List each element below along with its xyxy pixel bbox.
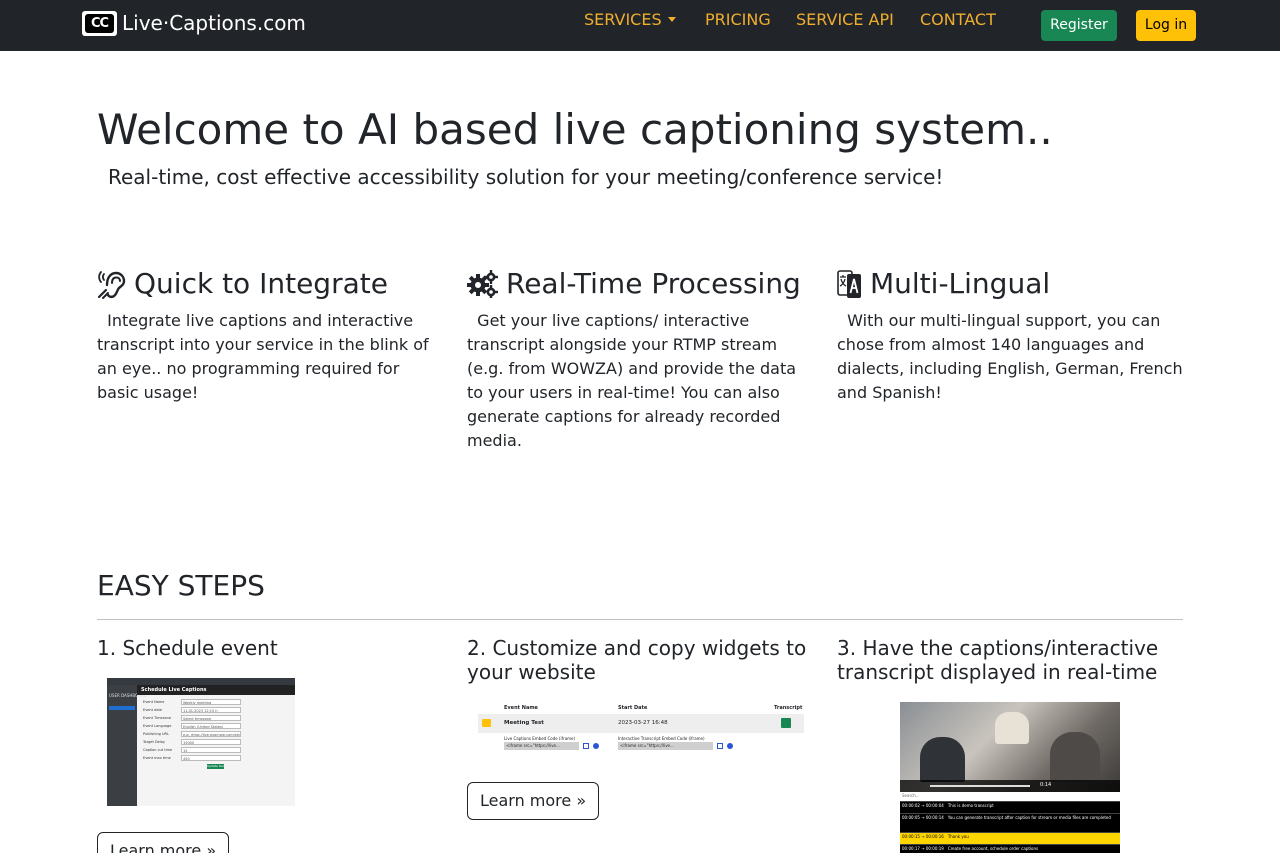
feature-text: With our multi-lingual support, you can … bbox=[837, 311, 1183, 402]
feature-title: Quick to Integrate bbox=[134, 267, 388, 300]
nav-services-label: SERVICES bbox=[584, 10, 662, 29]
widgets-screenshot: Event Name Start Date Transcript Meeting… bbox=[478, 703, 804, 753]
form-row: Event Timezone Select timezone bbox=[143, 714, 293, 722]
closed-captions-icon: CC bbox=[82, 11, 117, 36]
learn-more-schedule-button[interactable]: Learn more » bbox=[97, 832, 230, 853]
nav-pricing-link[interactable]: PRICING bbox=[705, 10, 771, 30]
translate-icon bbox=[837, 269, 861, 298]
gears-icon bbox=[467, 270, 498, 298]
hero-title: Welcome to AI based live captioning syst… bbox=[97, 105, 1053, 154]
feature-text: Integrate live captions and interactive … bbox=[97, 311, 429, 402]
step-customize-widgets: 2. Customize and copy widgets to your we… bbox=[467, 636, 813, 684]
step-title: 3. Have the captions/interactive transcr… bbox=[837, 636, 1159, 684]
section-divider bbox=[97, 619, 1183, 620]
form-row: Caption cut time 15 bbox=[143, 746, 293, 754]
feature-title: Multi-Lingual bbox=[870, 267, 1051, 300]
brand-name: Live·Captions.com bbox=[122, 11, 306, 35]
caret-down-icon bbox=[667, 17, 676, 22]
transcript-line[interactable]: 00:00:02 → 00:00:04 This is demo transcri… bbox=[900, 801, 1120, 813]
feature-quick-integrate: Quick to Integrate Integrate live captio… bbox=[97, 266, 443, 405]
feature-title: Real-Time Processing bbox=[506, 267, 801, 300]
feature-multi-lingual: Multi-Lingual With our multi-lingual sup… bbox=[837, 266, 1183, 405]
feature-text: Get your live captions/ interactive tran… bbox=[467, 311, 797, 450]
transcript-line[interactable]: 00:00:15 → 00:00:16 Thank you bbox=[900, 832, 1120, 844]
player-transcript-screenshot: 0:14 Search... 00:00:02 → 00:00:04 This i… bbox=[900, 702, 1120, 853]
step-schedule-event: 1. Schedule event bbox=[97, 636, 443, 660]
transcript-line[interactable]: 00:00:17 → 00:00:19 Create free account, … bbox=[900, 844, 1120, 853]
nav-service-api-link[interactable]: SERVICE API bbox=[796, 10, 894, 30]
top-navbar: CC Live·Captions.com SERVICES PRICING SE… bbox=[0, 0, 1280, 51]
step-display-captions: 3. Have the captions/interactive transcr… bbox=[837, 636, 1183, 684]
form-row: Event Language English (United States) bbox=[143, 722, 293, 730]
hero-subtitle: Real-time, cost effective accessibility … bbox=[108, 165, 944, 189]
feature-real-time-processing: Real-Time Processing Get your live capti… bbox=[467, 266, 813, 453]
form-row: Event date 11.01.2023 12:15 h bbox=[143, 706, 293, 714]
transcript-line[interactable]: 00:00:05 → 00:00:14 You can generate tran… bbox=[900, 813, 1120, 832]
brand-link[interactable]: CC Live·Captions.com bbox=[82, 11, 306, 36]
step-title: 1. Schedule event bbox=[97, 636, 278, 660]
learn-more-widgets-button[interactable]: Learn more » bbox=[467, 782, 600, 820]
register-button[interactable]: Register bbox=[1041, 10, 1117, 41]
form-row: Publishing URL e.g. rtmp://live.example.c… bbox=[143, 731, 241, 737]
form-row: Event max time 450 bbox=[143, 754, 293, 762]
step-title: 2. Customize and copy widgets to your we… bbox=[467, 636, 807, 684]
form-row: Target Delay 15000 bbox=[143, 738, 293, 746]
easy-steps-heading: EASY STEPS bbox=[97, 569, 265, 602]
form-row: Event Name Weekly meeting bbox=[143, 698, 293, 706]
nav-contact-link[interactable]: CONTACT bbox=[920, 10, 996, 30]
login-button[interactable]: Log in bbox=[1136, 10, 1196, 41]
nav-services-dropdown[interactable]: SERVICES bbox=[584, 10, 676, 30]
schedule-event-screenshot: USER DASHBOARD Schedule Live Captions Ev… bbox=[107, 678, 295, 806]
ear-listen-icon bbox=[97, 271, 126, 299]
